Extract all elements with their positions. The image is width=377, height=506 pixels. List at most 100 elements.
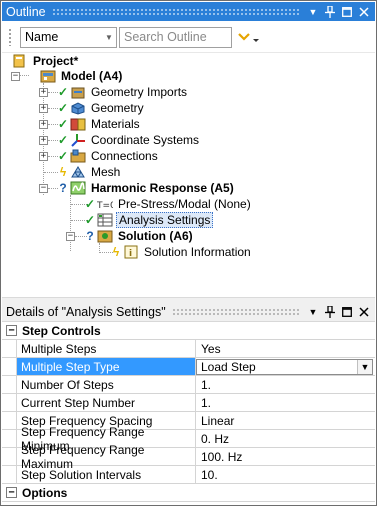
tree-item-solution-information[interactable]: ϟ i Solution Information (110, 244, 253, 260)
close-icon[interactable] (358, 5, 370, 19)
tree-label: Geometry Imports (91, 85, 188, 99)
solution-information-icon: i (123, 245, 139, 259)
tree-label: Connections (91, 149, 158, 163)
tree-item-analysis-settings[interactable]: ✓ Analysis Settings (84, 212, 214, 228)
property-name: Multiple Step Type (17, 358, 196, 375)
check-icon: ✓ (57, 101, 69, 115)
pre-stress-icon: T=0 (96, 197, 116, 211)
property-row[interactable]: Current Step Number 1. (2, 394, 375, 412)
outline-title-bar: Outline ▼ (2, 2, 375, 21)
title-grip (51, 7, 301, 16)
property-name: Current Step Number (17, 394, 196, 411)
collapse-toggle[interactable]: − (66, 232, 75, 241)
check-icon: ✓ (84, 213, 96, 227)
coordinate-systems-icon (70, 133, 86, 147)
search-outline-input[interactable]: Search Outline (119, 26, 232, 48)
solution-icon (97, 229, 113, 243)
maximize-icon[interactable] (341, 5, 353, 19)
check-icon: ✓ (57, 133, 69, 147)
property-value[interactable]: 10. (196, 466, 375, 483)
property-value[interactable]: 0. Hz (196, 430, 375, 447)
details-title-bar: Details of "Analysis Settings" ▼ (2, 302, 375, 322)
outline-tree: Project* − Model (A4) + ✓ Geometry Impor… (2, 53, 375, 297)
tree-item-materials[interactable]: ✓ Materials (57, 116, 142, 132)
property-row[interactable]: Number Of Steps 1. (2, 376, 375, 394)
check-icon: ✓ (57, 117, 69, 131)
property-value[interactable]: 100. Hz (196, 448, 375, 465)
collapse-toggle[interactable]: − (6, 325, 17, 336)
maximize-icon[interactable] (341, 305, 353, 319)
property-name: Number Of Steps (17, 376, 196, 393)
close-icon[interactable] (358, 305, 370, 319)
tree-item-model[interactable]: Model (A4) (40, 68, 124, 84)
tree-item-connections[interactable]: ✓ Connections (57, 148, 160, 164)
tree-item-mesh[interactable]: ϟ Mesh (57, 164, 122, 180)
collapse-toggle[interactable]: − (11, 72, 20, 81)
property-row[interactable]: Multiple Steps Yes (2, 340, 375, 358)
chevron-down-icon[interactable]: ▼ (357, 359, 372, 374)
search-options-icon[interactable] (238, 30, 260, 44)
tree-label: Solution (A6) (118, 229, 193, 243)
chevron-down-icon[interactable]: ▼ (102, 33, 116, 42)
multiple-step-type-dropdown[interactable]: Load Step ▼ (196, 358, 373, 375)
tree-label: Geometry (91, 101, 144, 115)
outline-toolbar: Name ▼ Search Outline (2, 22, 375, 53)
tree-item-project[interactable]: Project* (12, 53, 80, 69)
question-icon: ? (59, 181, 67, 195)
check-icon: ✓ (57, 85, 69, 99)
details-title: Details of "Analysis Settings" (6, 304, 166, 319)
property-row[interactable]: Step Frequency Range Maximum 100. Hz (2, 443, 375, 471)
pin-icon[interactable] (324, 305, 336, 319)
tree-item-solution[interactable]: ? Solution (A6) (84, 228, 195, 244)
check-icon: ✓ (57, 149, 69, 163)
expand-toggle[interactable]: + (39, 88, 48, 97)
project-icon (12, 54, 28, 68)
tree-label: Project* (33, 54, 79, 68)
property-name: Multiple Steps (17, 340, 196, 357)
materials-icon (70, 117, 86, 131)
tree-item-geometry-imports[interactable]: ✓ Geometry Imports (57, 84, 189, 100)
svg-text:i: i (129, 249, 132, 259)
property-name: Step Frequency Range Maximum (17, 443, 196, 471)
analysis-settings-icon (97, 213, 113, 227)
expand-toggle[interactable]: + (39, 152, 48, 161)
tree-label: Pre-Stress/Modal (None) (118, 197, 251, 211)
toolbar-grip[interactable] (8, 28, 12, 46)
svg-text:T=0: T=0 (97, 201, 113, 211)
property-value[interactable]: Yes (196, 340, 375, 357)
tree-label: Analysis Settings (116, 212, 214, 228)
mesh-icon (70, 165, 86, 179)
category-step-controls[interactable]: − Step Controls (2, 322, 375, 340)
property-row[interactable]: Step Solution Intervals 10. (2, 466, 375, 484)
dropdown-icon[interactable]: ▼ (307, 5, 319, 19)
property-value[interactable]: 1. (196, 376, 375, 393)
collapse-toggle[interactable]: − (39, 184, 48, 193)
details-grid: − Step Controls Multiple Steps Yes Multi… (2, 322, 375, 502)
check-icon: ✓ (84, 197, 96, 211)
property-value[interactable]: 1. (196, 394, 375, 411)
tree-label: Mesh (91, 165, 121, 179)
expand-toggle[interactable]: + (39, 136, 48, 145)
connections-icon (70, 149, 86, 163)
tree-label: Materials (91, 117, 140, 131)
tree-item-coordinate-systems[interactable]: ✓ Coordinate Systems (57, 132, 201, 148)
tree-item-harmonic-response[interactable]: ? Harmonic Response (A5) (57, 180, 236, 196)
expand-toggle[interactable]: + (39, 120, 48, 129)
tree-item-pre-stress[interactable]: ✓ T=0 Pre-Stress/Modal (None) (84, 196, 253, 212)
category-options[interactable]: − Options (2, 484, 375, 502)
property-value[interactable]: Linear (196, 412, 375, 429)
filter-combo[interactable]: Name ▼ (20, 26, 117, 48)
filter-combo-value: Name (25, 30, 59, 44)
geometry-icon (70, 101, 86, 115)
pin-icon[interactable] (324, 5, 336, 19)
tree-label: Coordinate Systems (91, 133, 200, 147)
lightning-icon: ϟ (59, 165, 67, 179)
tree-item-geometry[interactable]: ✓ Geometry (57, 100, 146, 116)
title-grip (171, 307, 301, 316)
tree-label: Model (A4) (61, 69, 123, 83)
dropdown-icon[interactable]: ▼ (307, 305, 319, 319)
outline-title: Outline (6, 4, 46, 19)
expand-toggle[interactable]: + (39, 104, 48, 113)
property-row-selected[interactable]: Multiple Step Type Load Step ▼ (2, 358, 375, 376)
collapse-toggle[interactable]: − (6, 487, 17, 498)
